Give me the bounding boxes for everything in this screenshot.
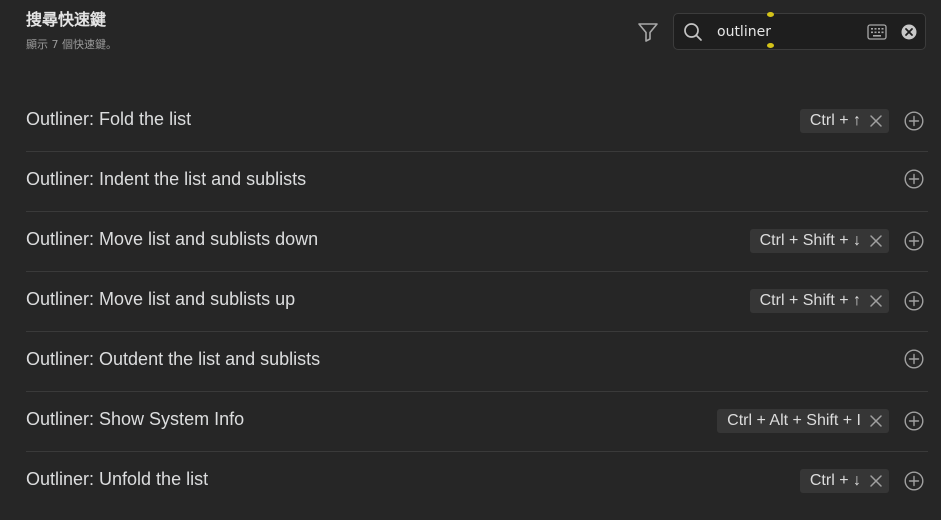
- hotkey-text: Ctrl + ↑: [809, 112, 861, 129]
- hotkey-text: Ctrl + Shift + ↓: [759, 232, 861, 249]
- hotkey-badge: Ctrl + ↓: [799, 469, 889, 493]
- row-actions: Ctrl + Alt + Shift + I: [717, 409, 924, 433]
- clear-icon[interactable]: [901, 24, 917, 40]
- remove-hotkey-icon[interactable]: [869, 474, 883, 488]
- hotkey-badge: Ctrl + Alt + Shift + I: [717, 409, 889, 433]
- add-hotkey-icon[interactable]: [904, 471, 924, 491]
- hotkey-row: Outliner: Show System Info Ctrl + Alt + S…: [26, 392, 928, 452]
- hotkey-row: Outliner: Unfold the list Ctrl + ↓: [26, 452, 928, 511]
- search-input[interactable]: [717, 21, 857, 43]
- command-label: Outliner: Move list and sublists up: [26, 289, 296, 309]
- remove-hotkey-icon[interactable]: [869, 294, 883, 308]
- command-label: Outliner: Unfold the list: [26, 469, 209, 489]
- add-hotkey-icon[interactable]: [904, 411, 924, 431]
- result-count: 顯示 7 個快速鍵。: [26, 38, 117, 51]
- hotkey-list: Outliner: Fold the list Ctrl + ↑ Outliner:…: [26, 92, 928, 511]
- hotkey-row: Outliner: Move list and sublists up Ctrl …: [26, 272, 928, 332]
- search-icon: [683, 22, 703, 42]
- remove-hotkey-icon[interactable]: [869, 234, 883, 248]
- command-label: Outliner: Outdent the list and sublists: [26, 349, 321, 369]
- remove-hotkey-icon[interactable]: [869, 114, 883, 128]
- command-label: Outliner: Move list and sublists down: [26, 229, 319, 249]
- hotkey-row: Outliner: Outdent the list and sublists: [26, 332, 928, 392]
- row-actions: [904, 349, 924, 369]
- add-hotkey-icon[interactable]: [904, 169, 924, 189]
- hotkey-text: Ctrl + ↓: [809, 472, 861, 489]
- command-label: Outliner: Indent the list and sublists: [26, 169, 307, 189]
- add-hotkey-icon[interactable]: [904, 231, 924, 251]
- row-actions: Ctrl + Shift + ↓: [749, 229, 924, 253]
- hotkey-row: Outliner: Move list and sublists down Ctr…: [26, 212, 928, 272]
- hotkey-row: Outliner: Indent the list and sublists: [26, 152, 928, 212]
- row-actions: Ctrl + ↓: [799, 469, 924, 493]
- hotkey-text: Ctrl + Alt + Shift + I: [727, 412, 861, 429]
- page-title: 搜尋快速鍵: [26, 10, 107, 29]
- hotkey-badge: Ctrl + Shift + ↑: [749, 289, 889, 313]
- add-hotkey-icon[interactable]: [904, 291, 924, 311]
- hotkey-row: Outliner: Fold the list Ctrl + ↑: [26, 92, 928, 152]
- command-label: Outliner: Fold the list: [26, 109, 192, 129]
- add-hotkey-icon[interactable]: [904, 111, 924, 131]
- keyboard-icon[interactable]: [867, 23, 887, 41]
- cursor-handle-bottom: [767, 43, 774, 48]
- command-label: Outliner: Show System Info: [26, 409, 245, 429]
- cursor-handle-top: [767, 12, 774, 17]
- hotkey-badge: Ctrl + ↑: [799, 109, 889, 133]
- search-box: [673, 12, 926, 50]
- add-hotkey-icon[interactable]: [904, 349, 924, 369]
- hotkey-badge: Ctrl + Shift + ↓: [749, 229, 889, 253]
- remove-hotkey-icon[interactable]: [869, 414, 883, 428]
- filter-icon[interactable]: [636, 20, 660, 44]
- row-actions: Ctrl + ↑: [799, 109, 924, 133]
- row-actions: Ctrl + Shift + ↑: [749, 289, 924, 313]
- hotkey-text: Ctrl + Shift + ↑: [759, 292, 861, 309]
- row-actions: [904, 169, 924, 189]
- page-header: 搜尋快速鍵 顯示 7 個快速鍵。: [26, 10, 117, 52]
